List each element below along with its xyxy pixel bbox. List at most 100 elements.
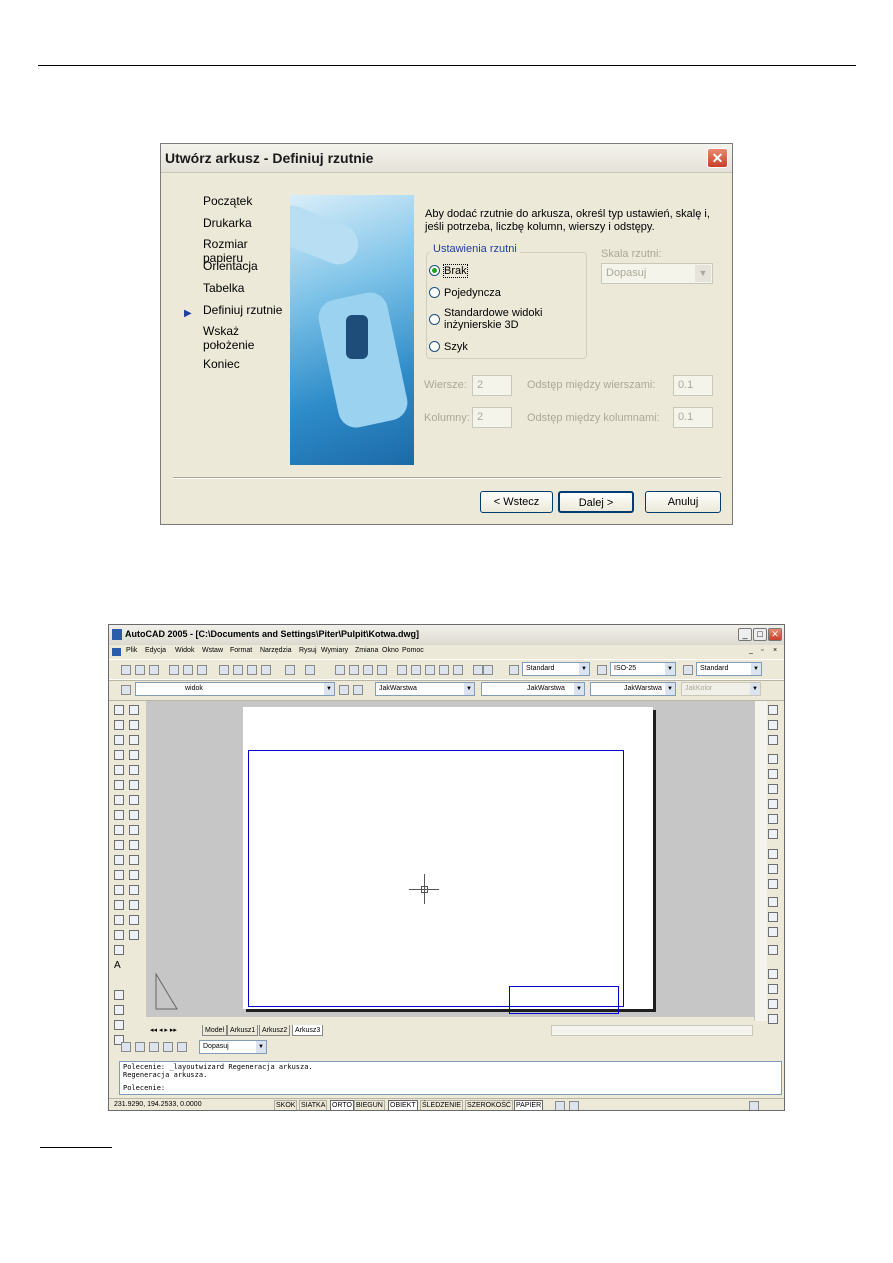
radio-dot[interactable] <box>429 265 440 276</box>
command-prompt[interactable]: Polecenie: <box>123 1084 165 1092</box>
horizontal-scrollbar[interactable] <box>551 1025 753 1036</box>
tab-model[interactable]: Model <box>202 1025 228 1036</box>
draw-order-icon[interactable] <box>768 984 778 994</box>
tab-arkusz1[interactable]: Arkusz1 <box>227 1025 259 1036</box>
hatch-icon[interactable] <box>114 915 124 925</box>
ellipse-arc-icon[interactable] <box>114 855 124 865</box>
aligned-dimension-icon[interactable] <box>768 720 778 730</box>
menu-view[interactable]: Widok <box>175 647 194 654</box>
minimize-button[interactable]: _ <box>738 628 752 641</box>
paste-icon[interactable] <box>247 665 257 675</box>
drawing-area[interactable] <box>146 701 754 1017</box>
continue-dimension-icon[interactable] <box>768 829 778 839</box>
close-button[interactable]: ✕ <box>768 628 782 641</box>
point-icon[interactable] <box>114 900 124 910</box>
pan-icon[interactable] <box>335 665 345 675</box>
radio-dot[interactable] <box>429 341 440 352</box>
menu-tools[interactable]: Narzędzia <box>260 647 292 654</box>
col-spacing-input[interactable]: 0.1 <box>673 407 713 428</box>
radius-dimension-icon[interactable] <box>768 754 778 764</box>
convert-object-viewport-icon[interactable] <box>163 1042 173 1052</box>
baseline-dimension-icon[interactable] <box>768 814 778 824</box>
layer-select[interactable]: widok ▼ <box>135 682 335 696</box>
status-snap[interactable]: SKOK <box>274 1100 298 1110</box>
status-otrack[interactable]: ŚLEDZENIE <box>420 1100 463 1110</box>
quick-dimension-icon[interactable] <box>768 799 778 809</box>
new-icon[interactable] <box>121 665 131 675</box>
dimension-style-icon[interactable] <box>768 945 778 955</box>
erase-icon[interactable] <box>129 705 139 715</box>
table-style-select[interactable]: Standard ▼ <box>696 662 762 676</box>
coordinates-readout[interactable]: 231.9290, 194.2533, 0.0000 <box>114 1101 202 1108</box>
rows-input[interactable]: 2 <box>472 375 512 396</box>
menu-window[interactable]: Okno <box>382 647 399 654</box>
row-spacing-input[interactable]: 0.1 <box>673 375 713 396</box>
undo-icon[interactable] <box>285 665 295 675</box>
back-button[interactable]: < Wstecz <box>480 491 553 513</box>
copy-object-icon[interactable] <box>129 720 139 730</box>
clip-viewport-icon[interactable] <box>177 1042 187 1052</box>
chamfer-icon[interactable] <box>129 900 139 910</box>
revision-cloud-icon[interactable] <box>114 810 124 820</box>
viewport-scale-select[interactable]: Dopasuj ▼ <box>199 1040 267 1054</box>
publish-icon[interactable] <box>197 665 207 675</box>
color-select[interactable]: JakWarstwa ▼ <box>375 682 475 696</box>
arc-icon[interactable] <box>114 780 124 790</box>
cancel-button[interactable]: Anuluj <box>645 491 721 513</box>
move-icon[interactable] <box>129 780 139 790</box>
tab-nav-arrows[interactable]: ◂◂ ◂ ▸ ▸▸ <box>148 1025 179 1036</box>
offset-icon[interactable] <box>129 750 139 760</box>
draw-order-icon[interactable] <box>768 1014 778 1024</box>
acad-title-bar[interactable]: AutoCAD 2005 - [C:\Documents and Setting… <box>109 625 784 645</box>
dim-style-select[interactable]: ISO-25 ▼ <box>610 662 676 676</box>
scale-icon[interactable] <box>129 810 139 820</box>
linear-dimension-icon[interactable] <box>768 705 778 715</box>
rotate-icon[interactable] <box>129 795 139 805</box>
quick-leader-icon[interactable] <box>768 849 778 859</box>
dimension-edit-icon[interactable] <box>768 897 778 907</box>
tolerance-icon[interactable] <box>768 864 778 874</box>
close-button[interactable]: ✕ <box>707 148 728 168</box>
diameter-dimension-icon[interactable] <box>768 769 778 779</box>
construction-line-icon[interactable] <box>114 720 124 730</box>
command-window[interactable]: Polecenie: _layoutwizard Regeneracja ark… <box>119 1061 782 1095</box>
draw-order-icon[interactable] <box>768 969 778 979</box>
region-icon[interactable] <box>114 930 124 940</box>
multiline-text-icon[interactable]: A <box>114 960 124 971</box>
stretch-icon[interactable] <box>129 825 139 835</box>
redo-icon[interactable] <box>305 665 315 675</box>
menu-edit[interactable]: Edycja <box>145 647 166 654</box>
status-grid[interactable]: SIATKA <box>299 1100 328 1110</box>
menu-modify[interactable]: Zmiana <box>355 647 378 654</box>
break-at-point-icon[interactable] <box>129 870 139 880</box>
radio-dot[interactable] <box>429 287 440 298</box>
mirror-icon[interactable] <box>129 735 139 745</box>
layer-manager-icon[interactable] <box>121 685 131 695</box>
open-icon[interactable] <box>135 665 145 675</box>
polyline-icon[interactable] <box>114 735 124 745</box>
rectangle-icon[interactable] <box>114 765 124 775</box>
center-mark-icon[interactable] <box>768 879 778 889</box>
doc-close-icon[interactable]: × <box>773 647 777 654</box>
cols-input[interactable]: 2 <box>472 407 512 428</box>
next-button[interactable]: Dalej > <box>558 491 634 513</box>
scale-select[interactable]: Dopasuj ▼ <box>601 263 713 284</box>
ordinate-dimension-icon[interactable] <box>768 735 778 745</box>
ellipse-icon[interactable] <box>114 840 124 850</box>
polygonal-viewport-icon[interactable] <box>149 1042 159 1052</box>
circle-icon[interactable] <box>114 795 124 805</box>
status-lineweight[interactable]: SZEROKOŚĆ <box>465 1100 513 1110</box>
doc-minimize-icon[interactable]: _ <box>749 647 753 654</box>
explode-icon[interactable] <box>129 930 139 940</box>
dialog-title-bar[interactable]: Utwórz arkusz - Definiuj rzutnie ✕ <box>161 144 732 173</box>
text-style-select[interactable]: Standard ▼ <box>522 662 590 676</box>
spline-icon[interactable] <box>114 825 124 835</box>
doc-restore-icon[interactable]: ▫ <box>761 647 763 654</box>
preview-icon[interactable] <box>183 665 193 675</box>
dimension-text-edit-icon[interactable] <box>768 912 778 922</box>
toolbar-lock-icon[interactable] <box>569 1101 579 1110</box>
sheet-set-icon[interactable] <box>439 665 449 675</box>
menu-insert[interactable]: Wstaw <box>202 647 223 654</box>
toolbar-icon[interactable] <box>114 1005 124 1015</box>
zoom-window-icon[interactable] <box>363 665 373 675</box>
